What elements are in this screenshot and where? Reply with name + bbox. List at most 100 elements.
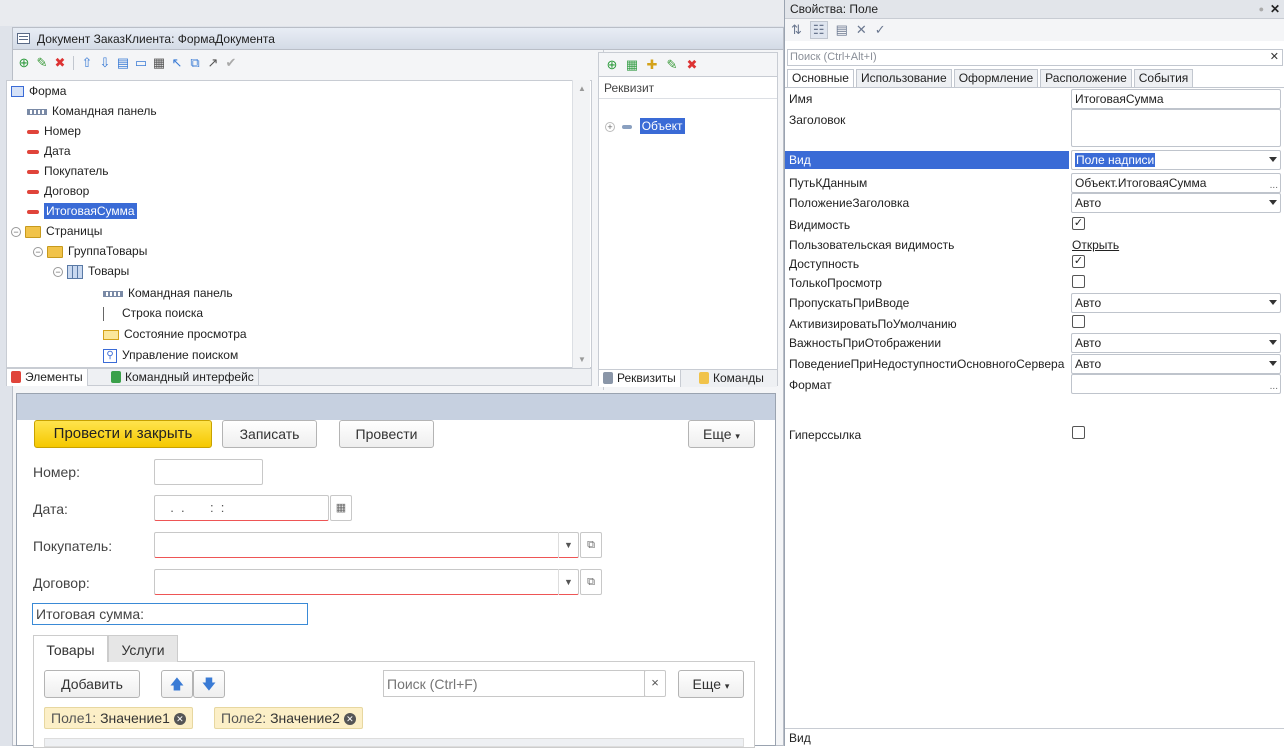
tab-command-interface[interactable]: Командный интерфейс [107, 369, 259, 386]
prop-kind-select[interactable]: Поле надписи [1071, 150, 1281, 170]
tab-services[interactable]: Услуги [108, 635, 178, 663]
tree-node-pages[interactable]: − Страницы [11, 221, 102, 241]
prop-visible-checkbox[interactable]: ✓ [1072, 217, 1085, 230]
prop-skip-select[interactable]: Авто [1071, 293, 1281, 313]
delete-icon[interactable]: ✖ [685, 57, 699, 72]
add-column-icon[interactable]: ✚ [645, 57, 659, 72]
chevron-down-icon[interactable]: ▼ [558, 569, 578, 595]
group-icon[interactable]: ▤ [116, 56, 130, 70]
move-up-icon[interactable]: 🡅 [161, 670, 193, 698]
properties-search-input[interactable]: Поиск (Ctrl+Alt+I) ✕ [787, 49, 1283, 66]
add-icon[interactable]: ⊕ [17, 56, 31, 70]
collapse-icon[interactable]: − [11, 226, 21, 237]
filter-icon[interactable]: ▤ [836, 22, 848, 38]
chevron-down-icon [1269, 361, 1277, 366]
number-input[interactable] [154, 459, 263, 485]
tab-requisites[interactable]: Реквизиты [599, 370, 681, 387]
calendar-icon[interactable]: ▦ [330, 495, 352, 521]
post-button[interactable]: Провести [339, 420, 434, 448]
tree-node-command-panel[interactable]: Командная панель [27, 101, 157, 121]
filter-chip[interactable]: Поле1: Значение1 ✕ [44, 707, 193, 729]
prop-format-input[interactable]: ... [1071, 374, 1281, 394]
tree-node-search-control[interactable]: ⚲ Управление поиском [103, 345, 238, 365]
date-input[interactable]: . . : : [154, 495, 329, 521]
tab-usage[interactable]: Использование [855, 69, 952, 87]
open-icon[interactable]: ⧉ [580, 569, 602, 595]
clear-icon[interactable]: ✕ [856, 22, 867, 38]
tree-node-table-command-panel[interactable]: Командная панель [103, 283, 233, 303]
preview-icon[interactable]: ⧉ [188, 56, 202, 70]
prop-hyperlink-checkbox[interactable] [1072, 426, 1085, 439]
tab-elements[interactable]: Элементы [7, 369, 88, 386]
tab-events[interactable]: События [1133, 69, 1194, 87]
post-and-close-button[interactable]: Провести и закрыть [34, 420, 212, 448]
move-down-icon[interactable]: ⇩ [98, 56, 112, 70]
tree-node-contract[interactable]: Договор [27, 181, 89, 201]
tab-appearance[interactable]: Оформление [953, 69, 1039, 87]
filter-chip[interactable]: Поле2: Значение2 ✕ [214, 707, 363, 729]
ellipsis-icon[interactable]: ... [1270, 378, 1278, 396]
chevron-down-icon [1269, 157, 1277, 162]
tab-main[interactable]: Основные [787, 69, 854, 87]
prop-caption-input[interactable] [1071, 109, 1281, 147]
prop-datapath-input[interactable]: Объект.ИтоговаяСумма... [1071, 173, 1281, 193]
tree-node-form[interactable]: Форма [11, 81, 66, 101]
tree-scrollbar[interactable]: ▲ ▼ [572, 80, 590, 368]
sort-icon[interactable]: ⇅ [791, 22, 802, 38]
close-icon[interactable]: ✕ [1270, 0, 1280, 19]
prop-readonly-checkbox[interactable] [1072, 275, 1085, 288]
collapse-icon[interactable]: − [53, 266, 63, 277]
clear-search-icon[interactable]: × [644, 670, 666, 697]
clear-search-icon[interactable]: ✕ [1270, 50, 1279, 65]
monitor-icon[interactable]: ▭ [134, 56, 148, 70]
prop-name-input[interactable]: ИтоговаяСумма [1071, 89, 1281, 109]
collapse-icon[interactable]: − [33, 246, 43, 257]
add-button[interactable]: Добавить [44, 670, 140, 698]
cursor-icon[interactable]: ↖ [170, 56, 184, 70]
tree-node-view-status[interactable]: Состояние просмотра [103, 324, 247, 344]
move-down-icon[interactable]: 🡇 [193, 670, 225, 698]
tree-node-goods-group[interactable]: − ГруппаТовары [33, 241, 147, 261]
remove-filter-icon[interactable]: ✕ [343, 713, 356, 726]
check-icon[interactable]: ✔ [224, 56, 238, 70]
tab-layout[interactable]: Расположение [1040, 69, 1132, 87]
prop-behavior-select[interactable]: Авто [1071, 354, 1281, 374]
open-icon[interactable]: ⧉ [580, 532, 602, 558]
more-button[interactable]: Еще ▾ [688, 420, 755, 448]
remove-filter-icon[interactable]: ✕ [173, 713, 186, 726]
tree-node-buyer[interactable]: Покупатель [27, 161, 108, 181]
contract-label: Договор: [33, 575, 90, 591]
edit-icon[interactable]: ✎ [35, 56, 49, 70]
pin-icon[interactable]: ● [1259, 0, 1264, 19]
prop-activate-label: АктивизироватьПоУмолчанию [789, 317, 957, 331]
tree-node-search-string[interactable]: Строка поиска [103, 303, 203, 323]
tree-node-goods-table[interactable]: − Товары [53, 261, 129, 281]
chevron-down-icon[interactable]: ▼ [558, 532, 578, 558]
tab-commands[interactable]: Команды [695, 370, 768, 387]
add-requisite-icon[interactable]: ⊕ [605, 57, 619, 72]
table-search-input[interactable] [383, 670, 645, 697]
prop-titlepos-select[interactable]: Авто [1071, 193, 1281, 213]
prop-enabled-checkbox[interactable]: ✓ [1072, 255, 1085, 268]
write-button[interactable]: Записать [222, 420, 317, 448]
prop-importance-select[interactable]: Авто [1071, 333, 1281, 353]
move-up-icon[interactable]: ⇧ [80, 56, 94, 70]
requisite-object[interactable]: + Объект [605, 117, 685, 135]
expand-icon[interactable]: + [605, 121, 615, 132]
database-icon[interactable]: ▦ [625, 57, 639, 72]
delete-icon[interactable]: ✖ [53, 56, 67, 70]
edit-icon[interactable]: ✎ [665, 57, 679, 72]
buyer-input[interactable]: ▼ [154, 532, 579, 558]
tab-goods[interactable]: Товары [33, 635, 108, 663]
table-more-button[interactable]: Еще ▾ [678, 670, 744, 698]
contract-input[interactable]: ▼ [154, 569, 579, 595]
prop-uservis-link[interactable]: Открыть [1072, 238, 1119, 252]
tree-node-number[interactable]: Номер [27, 121, 81, 141]
apply-icon[interactable]: ✓ [875, 22, 886, 38]
layout-icon[interactable]: ▦ [152, 56, 166, 70]
prop-activate-checkbox[interactable] [1072, 315, 1085, 328]
categories-icon[interactable]: ☷ [809, 21, 828, 39]
tree-node-total-sum[interactable]: ИтоговаяСумма [27, 201, 137, 221]
resize-icon[interactable]: ↗ [206, 56, 220, 70]
tree-node-date[interactable]: Дата [27, 141, 71, 161]
